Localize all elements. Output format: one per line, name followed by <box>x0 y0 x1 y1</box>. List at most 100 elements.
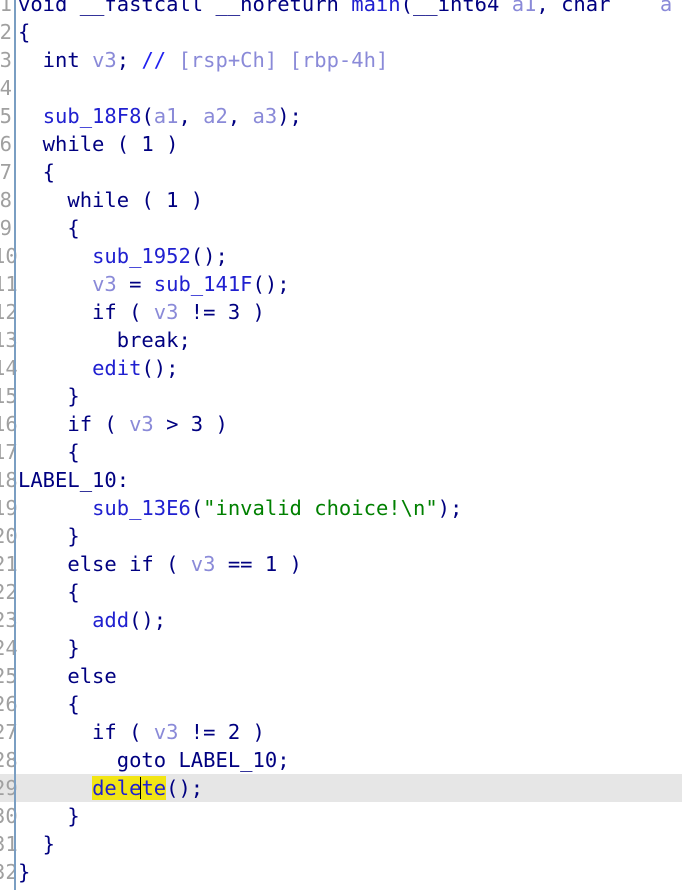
code-token: else <box>18 664 117 688</box>
code-token: a1 <box>153 104 179 128</box>
code-line[interactable]: 27 if ( v3 != 2 ) <box>0 718 682 746</box>
code-line[interactable]: 12 if ( v3 != 3 ) <box>0 298 682 326</box>
code-line[interactable]: 17 { <box>0 438 682 466</box>
code-token: { <box>18 160 56 184</box>
code-token: , <box>178 104 204 128</box>
code-token: while ( 1 ) <box>18 188 204 212</box>
code-token: int <box>18 48 93 72</box>
code-line[interactable]: 21 else if ( v3 == 1 ) <box>0 550 682 578</box>
code-token: ( <box>141 104 154 128</box>
code-line[interactable]: 32} <box>0 858 682 886</box>
line-number: 19 <box>0 496 18 520</box>
pseudocode-editor[interactable]: 1 void __fastcall __noreturn main(__int64… <box>0 0 682 890</box>
code-line[interactable]: 13 break; <box>0 326 682 354</box>
code-line[interactable]: 9 { <box>0 214 682 242</box>
code-line[interactable]: 10 sub_1952(); <box>0 242 682 270</box>
code-text[interactable]: if ( v3 != 2 ) <box>18 718 265 746</box>
code-text[interactable]: v3 = sub_141F(); <box>18 270 290 298</box>
code-text[interactable]: edit(); <box>18 354 178 382</box>
code-text[interactable]: else <box>18 662 117 690</box>
code-line[interactable]: 15 } <box>0 382 682 410</box>
code-line[interactable]: 8 while ( 1 ) <box>0 186 682 214</box>
code-text[interactable]: sub_13E6("invalid choice!\n"); <box>18 494 462 522</box>
code-token: __fastcall __noreturn <box>79 0 352 16</box>
code-line[interactable]: 5 sub_18F8(a1, a2, a3); <box>0 102 682 130</box>
code-line[interactable]: 3 int v3; // [rsp+Ch] [rbp-4h] <box>0 46 682 74</box>
code-text[interactable]: sub_1952(); <box>18 242 228 270</box>
code-text[interactable]: while ( 1 ) <box>18 186 203 214</box>
code-line[interactable]: 23 add(); <box>0 606 682 634</box>
code-token: char <box>561 0 623 16</box>
code-token: (); <box>252 272 290 296</box>
code-line[interactable]: 26 { <box>0 690 682 718</box>
code-text[interactable]: if ( v3 > 3 ) <box>18 410 227 438</box>
code-token: (); <box>129 608 167 632</box>
code-line[interactable]: 1 void __fastcall __noreturn main(__int64… <box>0 0 682 18</box>
code-line[interactable]: 2{ <box>0 18 682 46</box>
code-text[interactable]: } <box>18 382 79 410</box>
code-token: (); <box>166 776 204 800</box>
code-line[interactable]: 18LABEL_10: <box>0 466 682 494</box>
code-line[interactable]: 25 else <box>0 662 682 690</box>
line-number: 27 <box>0 720 18 744</box>
code-token: LABEL_10 <box>178 748 278 772</box>
code-token: sub_141F <box>153 272 253 296</box>
code-text[interactable]: } <box>18 634 80 662</box>
code-text[interactable]: } <box>18 830 55 858</box>
code-scroll-area[interactable]: 1 void __fastcall __noreturn main(__int64… <box>0 0 682 886</box>
code-line[interactable]: 22 { <box>0 578 682 606</box>
line-number: 30 <box>0 804 18 828</box>
code-line[interactable]: 31 } <box>0 830 682 858</box>
code-line[interactable]: 14 edit(); <box>0 354 682 382</box>
code-token: v3 <box>92 48 117 72</box>
code-line[interactable]: 30 } <box>0 802 682 830</box>
code-token: [rsp+Ch] [rbp-4h] <box>178 48 389 72</box>
code-text[interactable]: { <box>18 690 79 718</box>
code-line[interactable]: 24 } <box>0 634 682 662</box>
code-token: a2 <box>203 104 228 128</box>
code-text[interactable]: { <box>18 214 79 242</box>
line-number: 21 <box>0 552 18 576</box>
code-text[interactable]: sub_18F8(a1, a2, a3); <box>18 102 302 130</box>
code-text[interactable]: } <box>18 522 79 550</box>
code-line[interactable]: 7 { <box>0 158 682 186</box>
selected-token: dele <box>92 776 142 800</box>
line-number: 6 <box>0 132 12 156</box>
code-token: while ( 1 ) <box>18 132 179 156</box>
code-line[interactable]: 6 while ( 1 ) <box>0 130 682 158</box>
code-text[interactable]: { <box>18 578 79 606</box>
code-text[interactable]: while ( 1 ) <box>18 130 179 158</box>
code-line[interactable]: 16 if ( v3 > 3 ) <box>0 410 682 438</box>
code-line[interactable]: 28 goto LABEL_10; <box>0 746 682 774</box>
code-token: main <box>351 0 401 16</box>
line-number: 17 <box>0 440 18 464</box>
code-text[interactable]: else if ( v3 == 1 ) <box>18 550 302 578</box>
code-token: else if ( <box>18 552 191 576</box>
code-text[interactable]: void __fastcall __noreturn main(__int64 … <box>18 0 672 18</box>
gutter-divider <box>14 0 16 890</box>
code-text[interactable]: if ( v3 != 3 ) <box>18 298 265 326</box>
code-line[interactable]: 11 v3 = sub_141F(); <box>0 270 682 298</box>
code-text[interactable]: LABEL_10: <box>18 466 129 494</box>
code-line[interactable]: 4 <box>0 74 682 102</box>
code-token: if ( <box>18 412 130 436</box>
code-text[interactable]: { <box>18 18 30 46</box>
code-line[interactable]: 29 delete(); <box>0 774 682 802</box>
code-text[interactable]: delete(); <box>18 774 203 802</box>
code-text[interactable]: } <box>18 858 30 886</box>
code-text[interactable]: add(); <box>18 606 166 634</box>
code-text[interactable]: { <box>18 438 79 466</box>
code-token: a1 <box>511 0 537 16</box>
code-text[interactable]: { <box>18 158 55 186</box>
code-text[interactable]: break; <box>18 326 191 354</box>
code-line[interactable]: 19 sub_13E6("invalid choice!\n"); <box>0 494 682 522</box>
code-token: v3 <box>153 720 179 744</box>
line-number: 25 <box>0 664 18 688</box>
code-text[interactable]: } <box>18 802 79 830</box>
code-line[interactable]: 20 } <box>0 522 682 550</box>
code-text[interactable]: int v3; // [rsp+Ch] [rbp-4h] <box>18 46 389 74</box>
code-text[interactable]: goto LABEL_10; <box>18 746 290 774</box>
code-token: } <box>18 636 80 660</box>
